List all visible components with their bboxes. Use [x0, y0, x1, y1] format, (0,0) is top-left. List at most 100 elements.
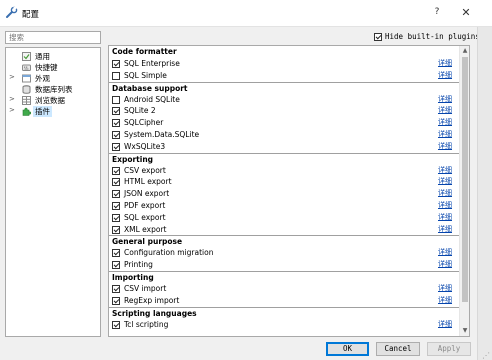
tree-item-general[interactable]: 通用: [6, 51, 100, 62]
details-link[interactable]: 详细: [438, 105, 452, 117]
details-link[interactable]: 详细: [438, 176, 452, 188]
plugin-checkbox[interactable]: [112, 284, 120, 293]
help-button[interactable]: ?: [432, 7, 442, 19]
details-link[interactable]: 详细: [438, 70, 452, 82]
apply-button[interactable]: Apply: [427, 342, 471, 356]
group-header-scripting-languages: Scripting languages: [109, 306, 459, 319]
details-link[interactable]: 详细: [438, 58, 452, 70]
plugin-checkbox[interactable]: [112, 71, 120, 80]
plugin-checkbox[interactable]: [112, 95, 120, 104]
details-link[interactable]: 详细: [438, 212, 452, 224]
category-tree[interactable]: 通用 快捷键 > 外观 数据库列表 > 浏览数据 > 插件: [5, 47, 101, 337]
scroll-up-arrow-icon[interactable]: ▲: [460, 46, 469, 56]
plugin-row: System.Data.SQLite 详细: [109, 129, 459, 141]
plugin-row: RegExp import 详细: [109, 295, 459, 307]
plugin-name: SQL Simple: [124, 70, 167, 80]
search-input[interactable]: [5, 31, 101, 44]
tree-expand-arrow[interactable]: >: [9, 106, 15, 114]
plugin-row: CSV import 详细: [109, 283, 459, 295]
details-link[interactable]: 详细: [438, 259, 452, 271]
plugin-checkbox[interactable]: [112, 320, 120, 329]
details-link[interactable]: 详细: [438, 319, 452, 331]
wrench-icon: [6, 6, 18, 18]
plugin-checkbox[interactable]: [112, 119, 120, 128]
details-link[interactable]: 详细: [438, 165, 452, 177]
plugin-checkbox[interactable]: [112, 213, 120, 222]
ok-button[interactable]: OK: [326, 342, 369, 356]
plugins-icon: [22, 107, 31, 116]
plugin-row: PDF export 详细: [109, 200, 459, 212]
plugin-name: SQLCipher: [124, 118, 164, 128]
plugin-name: RegExp import: [124, 295, 180, 305]
plugin-row: SQLCipher 详细: [109, 117, 459, 129]
plugin-checkbox[interactable]: [112, 107, 120, 116]
details-link[interactable]: 详细: [438, 188, 452, 200]
details-link[interactable]: 详细: [438, 224, 452, 236]
plugin-checkbox[interactable]: [112, 60, 120, 68]
plugin-row: JSON export 详细: [109, 188, 459, 200]
plugin-checkbox[interactable]: [112, 296, 120, 305]
details-link[interactable]: 详细: [438, 247, 452, 259]
plugin-row: SQL Enterprise 详细: [109, 58, 459, 70]
plugin-name: CSV export: [124, 165, 166, 175]
details-link[interactable]: 详细: [438, 141, 452, 153]
tree-item-label: 浏览数据: [35, 96, 65, 105]
general-settings-icon: [22, 52, 31, 61]
plugin-name: JSON export: [124, 189, 170, 199]
plugin-checkbox[interactable]: [112, 201, 120, 210]
plugin-checkbox[interactable]: [112, 190, 120, 199]
plugin-name: XML export: [124, 224, 167, 234]
details-link[interactable]: 详细: [438, 94, 452, 106]
scrollbar-thumb[interactable]: [462, 57, 468, 302]
scroll-down-arrow-icon[interactable]: ▼: [460, 326, 469, 336]
plugin-name: System.Data.SQLite: [124, 129, 200, 139]
plugin-name: WxSQLite3: [124, 141, 166, 151]
details-link[interactable]: 详细: [438, 295, 452, 307]
dialog-body: 通用 快捷键 > 外观 数据库列表: [0, 26, 492, 360]
plugin-row: Tcl scripting 详细: [109, 319, 459, 331]
tree-item-plugins[interactable]: > 插件: [6, 106, 100, 117]
tree-item-label: 插件: [33, 106, 52, 117]
group-header-exporting: Exporting: [109, 152, 459, 165]
tree-expand-arrow[interactable]: >: [9, 95, 15, 103]
plugin-checkbox[interactable]: [112, 261, 120, 270]
resize-grip-icon[interactable]: ⋰: [482, 351, 490, 360]
window-title: 配置: [22, 10, 40, 20]
plugin-checkbox[interactable]: [112, 178, 120, 187]
plugin-checkbox[interactable]: [112, 166, 120, 175]
plugin-list-content: Code formatter SQL Enterprise 详细 SQL Sim…: [109, 46, 459, 330]
close-button[interactable]: ✕: [460, 6, 472, 19]
plugin-name: Tcl scripting: [124, 319, 169, 329]
plugin-name: Configuration migration: [124, 248, 214, 258]
plugin-name: SQLite 2: [124, 106, 156, 116]
tree-expand-arrow[interactable]: >: [9, 73, 15, 81]
details-link[interactable]: 详细: [438, 283, 452, 295]
group-header-code-formatter: Code formatter: [112, 47, 177, 56]
details-link[interactable]: 详细: [438, 200, 452, 212]
checkbox[interactable]: [374, 32, 382, 41]
plugin-row: SQL Simple 详细: [109, 70, 459, 82]
plugin-row: XML export 详细: [109, 224, 459, 236]
plugin-name: PDF export: [124, 200, 166, 210]
plugin-checkbox[interactable]: [112, 130, 120, 139]
plugin-checkbox[interactable]: [112, 249, 120, 258]
plugin-name: Printing: [124, 260, 153, 270]
tree-item-shortcuts[interactable]: 快捷键: [6, 62, 100, 73]
vertical-scrollbar[interactable]: ▲ ▼: [459, 46, 469, 336]
details-link[interactable]: 详细: [438, 129, 452, 141]
plugin-list: Code formatter SQL Enterprise 详细 SQL Sim…: [108, 45, 470, 337]
tree-item-browse-data[interactable]: > 浏览数据: [6, 95, 100, 106]
details-link[interactable]: 详细: [438, 117, 452, 129]
tree-item-database-list[interactable]: 数据库列表: [6, 84, 100, 95]
tree-item-label: 数据库列表: [35, 85, 73, 94]
plugin-checkbox[interactable]: [112, 142, 120, 151]
plugin-checkbox[interactable]: [112, 225, 120, 234]
plugin-name: Android SQLite: [124, 94, 180, 104]
browse-data-icon: [22, 96, 31, 105]
plugin-row: Configuration migration 详细: [109, 247, 459, 259]
cancel-button[interactable]: Cancel: [376, 342, 420, 356]
group-header-database-support: Database support: [109, 81, 459, 94]
hide-builtin-checkbox[interactable]: Hide built-in plugins: [374, 31, 480, 42]
tree-item-appearance[interactable]: > 外观: [6, 73, 100, 84]
group-header-importing: Importing: [109, 270, 459, 283]
